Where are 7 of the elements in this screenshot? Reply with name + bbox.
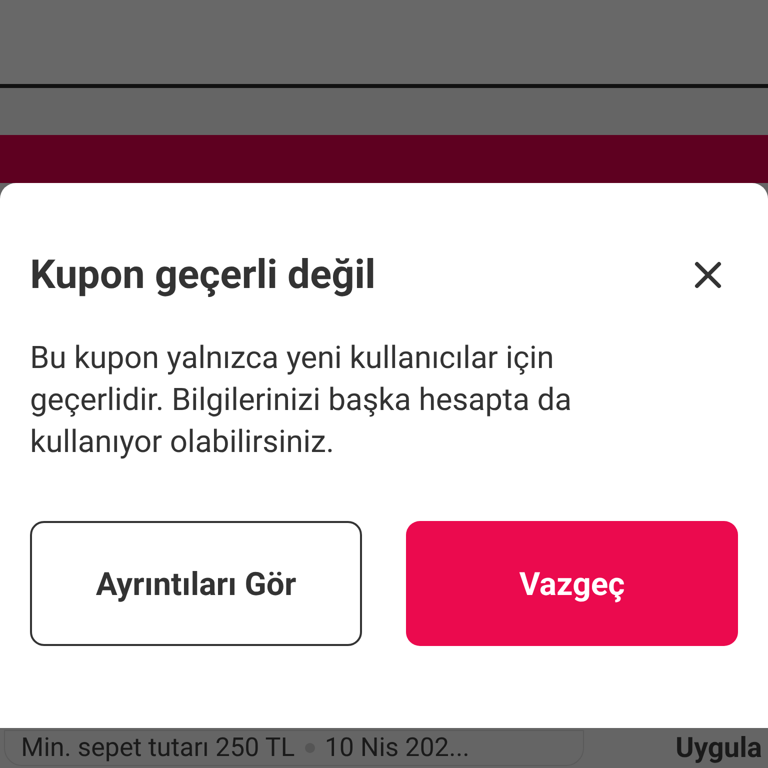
cancel-button[interactable]: Vazgeç — [406, 521, 738, 646]
apply-link[interactable]: Uygula — [676, 727, 762, 768]
dialog-title: Kupon geçerli değil — [30, 250, 376, 300]
details-button[interactable]: Ayrıntıları Gör — [30, 521, 362, 646]
dialog-message: Bu kupon yalnızca yeni kullanıcılar için geçerlidir. Bilgilerinizi başka hesapta da kullanıyor olabilirsiniz. — [30, 338, 573, 462]
coupon-condition: Min. sepet tutarı 250 TL — [21, 735, 295, 761]
coupon-date: 10 Nis 202... — [324, 735, 470, 761]
